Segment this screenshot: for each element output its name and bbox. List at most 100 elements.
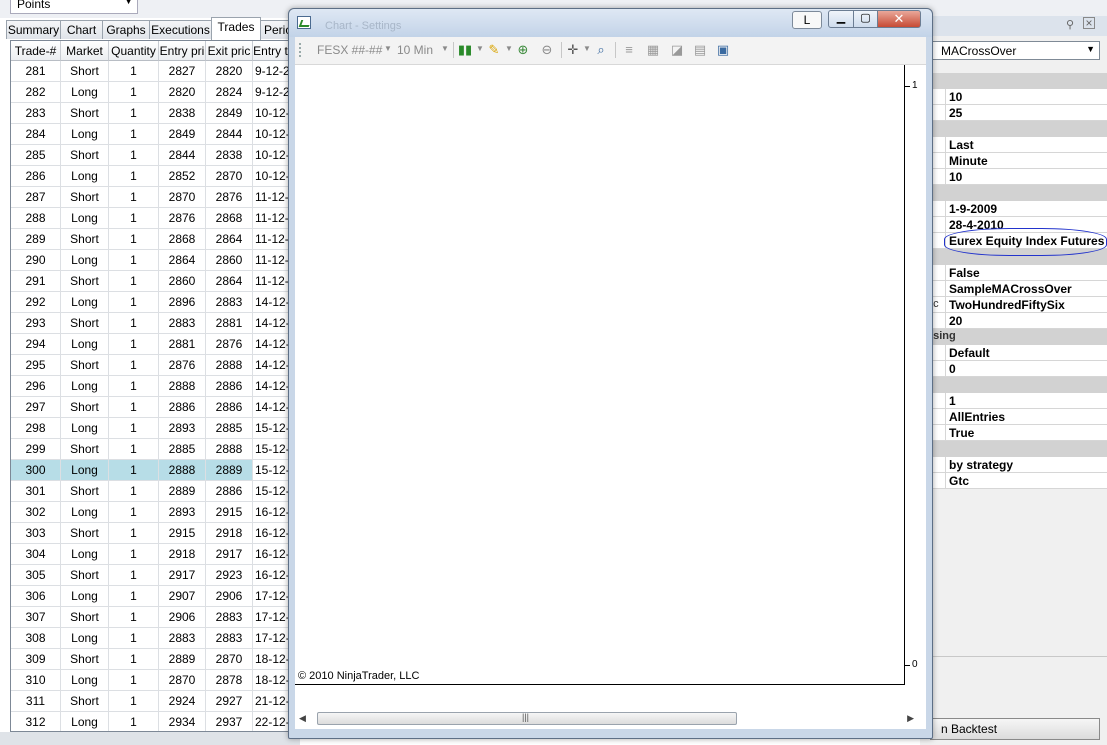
run-backtest-button[interactable]: n Backtest xyxy=(930,718,1100,740)
property-row[interactable]: False xyxy=(920,265,1107,281)
table-row[interactable]: 302 Long 1 2893 2915 16-12- xyxy=(11,502,289,523)
chart-plot-area[interactable] xyxy=(295,65,904,685)
table-row[interactable]: 282 Long 1 2820 2824 9-12-2 xyxy=(11,82,289,103)
strategy-dropdown[interactable]: MACrossOver ▼ xyxy=(930,41,1100,60)
table-row[interactable]: 283 Short 1 2838 2849 10-12- xyxy=(11,103,289,124)
toolbar-grip[interactable] xyxy=(299,43,303,57)
table-row[interactable]: 301 Short 1 2889 2886 15-12- xyxy=(11,481,289,502)
chart-horizontal-scrollbar[interactable]: ◀ ||| ▶ xyxy=(295,709,926,729)
table-row[interactable]: 304 Long 1 2918 2917 16-12- xyxy=(11,544,289,565)
table-row[interactable]: 303 Short 1 2915 2918 16-12- xyxy=(11,523,289,544)
property-row[interactable]: 0 xyxy=(920,361,1107,377)
property-row[interactable]: Gtc xyxy=(920,473,1107,489)
table-row[interactable]: 308 Long 1 2883 2883 17-12- xyxy=(11,628,289,649)
table-row[interactable]: 287 Short 1 2870 2876 11-12- xyxy=(11,187,289,208)
property-value: True xyxy=(949,426,975,440)
minimize-button[interactable]: ▁ xyxy=(828,10,854,28)
instrument-selector[interactable]: FESX ##-## xyxy=(317,43,382,57)
table-row[interactable]: 296 Long 1 2888 2886 14-12- xyxy=(11,376,289,397)
scroll-left-icon[interactable]: ◀ xyxy=(299,713,306,724)
cell-exit-price: 2883 xyxy=(206,292,253,313)
table-row[interactable]: 294 Long 1 2881 2876 14-12- xyxy=(11,334,289,355)
table-row[interactable]: 295 Short 1 2876 2888 14-12- xyxy=(11,355,289,376)
table-row[interactable]: 299 Short 1 2885 2888 15-12- xyxy=(11,439,289,460)
table-row[interactable]: 291 Short 1 2860 2864 11-12- xyxy=(11,271,289,292)
table-row[interactable]: 281 Short 1 2827 2820 9-12-2 xyxy=(11,61,289,82)
table-row[interactable]: 310 Long 1 2870 2878 18-12- xyxy=(11,670,289,691)
property-row[interactable]: 10 xyxy=(920,89,1107,105)
property-row[interactable]: 25 xyxy=(920,105,1107,121)
properties-icon[interactable]: ▣ xyxy=(715,42,731,58)
column-header-entry-price[interactable]: Entry pri xyxy=(159,41,206,61)
column-header-entry-time[interactable]: Entry t xyxy=(253,41,289,61)
strategies-icon[interactable]: ◪ xyxy=(669,42,685,58)
tab-summary[interactable]: Summary xyxy=(6,20,61,39)
property-row[interactable]: by strategy xyxy=(920,457,1107,473)
property-row[interactable]: Default xyxy=(920,345,1107,361)
data-series-icon[interactable]: ≡ xyxy=(621,42,637,58)
column-header-market[interactable]: Market xyxy=(61,41,109,61)
scroll-right-icon[interactable]: ▶ xyxy=(907,713,914,724)
table-row[interactable]: 312 Long 1 2934 2937 22-12- xyxy=(11,712,289,731)
interval-selector[interactable]: 10 Min xyxy=(397,43,433,57)
property-row[interactable]: Last xyxy=(920,137,1107,153)
property-row[interactable]: SampleMACrossOver xyxy=(920,281,1107,297)
candlestick-icon[interactable]: ▮▮ xyxy=(457,42,473,58)
table-row[interactable]: 290 Long 1 2864 2860 11-12- xyxy=(11,250,289,271)
table-row[interactable]: 297 Short 1 2886 2886 14-12- xyxy=(11,397,289,418)
property-row[interactable]: 1-9-2009 xyxy=(920,201,1107,217)
zoom-in-icon[interactable]: ⊕ xyxy=(515,42,531,58)
pencil-icon[interactable]: ✎ xyxy=(486,42,502,58)
cell-exit-price: 2886 xyxy=(206,481,253,502)
table-row[interactable]: 289 Short 1 2868 2864 11-12- xyxy=(11,229,289,250)
tab-executions[interactable]: Executions xyxy=(149,20,212,39)
property-row[interactable]: 1 xyxy=(920,393,1107,409)
property-row[interactable]: Minute xyxy=(920,153,1107,169)
table-row[interactable]: 307 Short 1 2906 2883 17-12- xyxy=(11,607,289,628)
table-row[interactable]: 284 Long 1 2849 2844 10-12- xyxy=(11,124,289,145)
table-row[interactable]: 293 Short 1 2883 2881 14-12- xyxy=(11,313,289,334)
tab-chart[interactable]: Chart xyxy=(60,20,103,39)
table-row[interactable]: 298 Long 1 2893 2885 15-12- xyxy=(11,418,289,439)
zoom-out-icon[interactable]: ⊖ xyxy=(539,42,555,58)
property-value: SampleMACrossOver xyxy=(949,282,1072,296)
property-row[interactable]: TwoHundredFiftySixac xyxy=(920,297,1107,313)
units-dropdown[interactable]: Points ▼ xyxy=(10,0,138,14)
magnifier-icon[interactable]: ⌕ xyxy=(593,42,609,58)
tab-trades[interactable]: Trades xyxy=(211,17,261,40)
table-row[interactable]: 286 Long 1 2852 2870 10-12- xyxy=(11,166,289,187)
crosshair-icon[interactable]: ✛ xyxy=(565,42,581,58)
property-separator xyxy=(945,105,946,121)
cell-market: Short xyxy=(61,187,109,208)
table-row[interactable]: 305 Short 1 2917 2923 16-12- xyxy=(11,565,289,586)
templates-icon[interactable]: ▤ xyxy=(692,42,708,58)
table-row[interactable]: 309 Short 1 2889 2870 18-12- xyxy=(11,649,289,670)
close-icon[interactable]: × xyxy=(1083,17,1095,29)
pin-icon[interactable]: ⚲ xyxy=(1066,18,1078,31)
table-row[interactable]: 311 Short 1 2924 2927 21-12- xyxy=(11,691,289,712)
property-category xyxy=(920,441,1107,457)
maximize-button[interactable]: ▢ xyxy=(853,10,878,28)
property-row[interactable]: 10 xyxy=(920,169,1107,185)
link-button[interactable]: L xyxy=(792,11,822,29)
table-row[interactable]: 285 Short 1 2844 2838 10-12- xyxy=(11,145,289,166)
property-row[interactable]: 20 xyxy=(920,313,1107,329)
copyright-text: © 2010 NinjaTrader, LLC xyxy=(298,670,420,682)
price-axis[interactable]: 1 0 xyxy=(904,65,926,685)
property-row[interactable]: True xyxy=(920,425,1107,441)
cell-exit-price: 2870 xyxy=(206,649,253,670)
table-row[interactable]: 292 Long 1 2896 2883 14-12- xyxy=(11,292,289,313)
scroll-thumb[interactable]: ||| xyxy=(317,712,737,725)
cell-quantity: 1 xyxy=(109,250,159,271)
table-row[interactable]: 306 Long 1 2907 2906 17-12- xyxy=(11,586,289,607)
tab-graphs[interactable]: Graphs xyxy=(102,20,150,39)
column-header-exit-price[interactable]: Exit pric xyxy=(206,41,253,61)
column-header-trade-number[interactable]: Trade-# xyxy=(11,41,61,61)
indicators-icon[interactable]: ▦ xyxy=(645,42,661,58)
chart-window-titlebar[interactable]: Chart - Settings L ▁ ▢ ✕ xyxy=(289,9,932,37)
table-row[interactable]: 300 Long 1 2888 2889 15-12- xyxy=(11,460,289,481)
column-header-quantity[interactable]: Quantity xyxy=(109,41,159,61)
property-row[interactable]: AllEntries xyxy=(920,409,1107,425)
close-button[interactable]: ✕ xyxy=(877,10,921,28)
table-row[interactable]: 288 Long 1 2876 2868 11-12- xyxy=(11,208,289,229)
